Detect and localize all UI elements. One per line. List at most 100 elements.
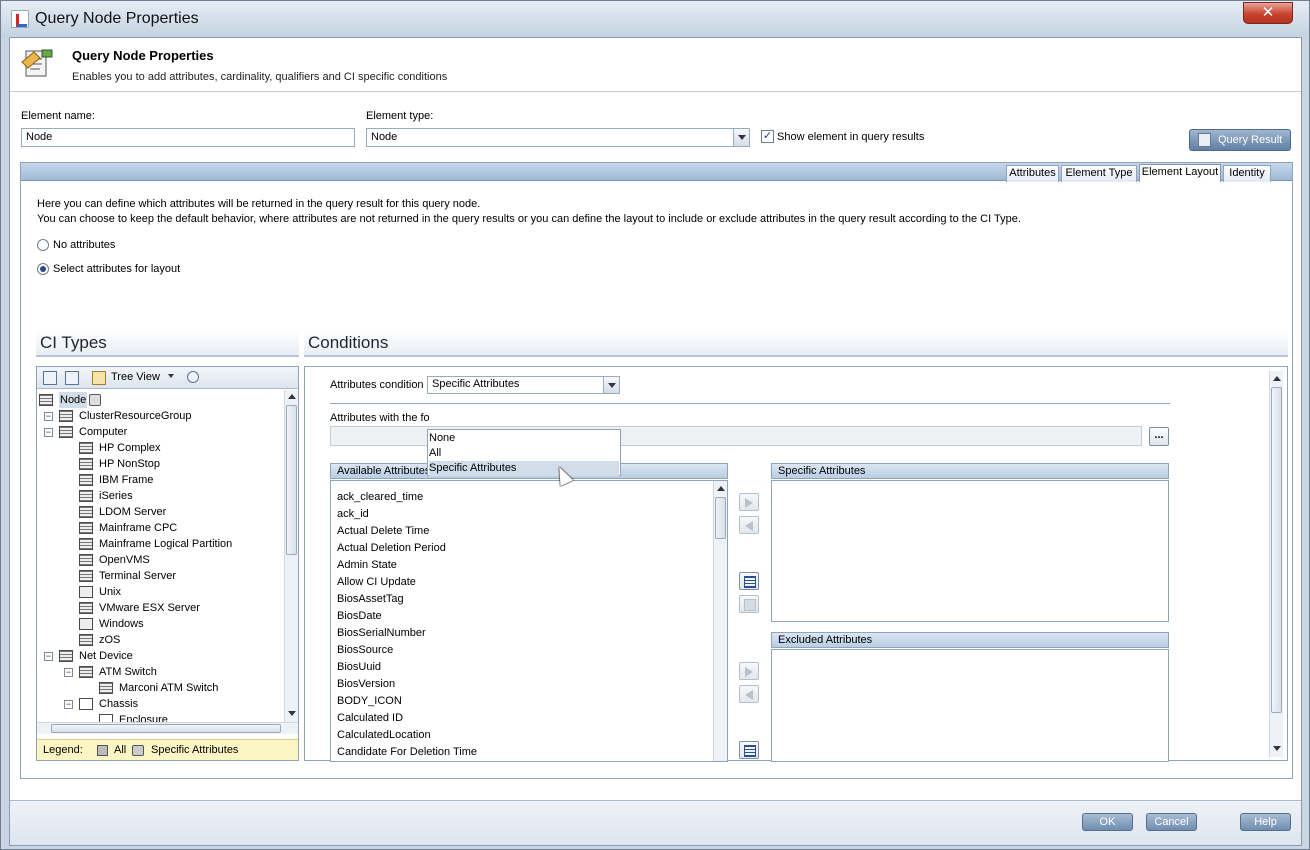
cube-icon [97, 745, 108, 756]
close-button[interactable]: ✕ [1243, 2, 1293, 24]
collapse-icon[interactable]: − [64, 668, 73, 677]
header-title: Query Node Properties [72, 48, 214, 63]
help-button[interactable]: Help [1240, 813, 1291, 831]
list-item[interactable]: Actual Deletion Period [337, 540, 446, 557]
select-attributes-label: Select attributes for layout [53, 263, 181, 275]
list-item[interactable]: BiosDate [337, 608, 382, 625]
element-name-label: Element name: [21, 110, 95, 122]
list-item[interactable]: BODY_ICON [337, 693, 402, 710]
ci-types-toolbar: Tree View [37, 367, 298, 389]
header-subtitle: Enables you to add attributes, cardinali… [72, 71, 448, 83]
expand-all-icon[interactable] [43, 371, 57, 385]
list-item[interactable]: ack_cleared_time [337, 489, 423, 506]
specific-attributes-header: Specific Attributes [771, 463, 1169, 479]
chevron-down-icon[interactable] [603, 377, 619, 393]
element-type-select[interactable]: Node [366, 128, 750, 147]
attributes-condition-select[interactable]: Specific Attributes [427, 376, 620, 394]
node-icon [79, 442, 93, 454]
node-icon [79, 538, 93, 550]
collapse-all-icon[interactable] [65, 371, 79, 385]
list-item[interactable]: Admin State [337, 557, 397, 574]
tab-attributes[interactable]: Attributes [1006, 165, 1059, 182]
chevron-down-icon[interactable] [733, 129, 749, 146]
ci-tree-vscrollbar[interactable] [284, 390, 298, 722]
tab-identity[interactable]: Identity [1223, 165, 1271, 182]
node-icon [79, 522, 93, 534]
collapse-icon[interactable]: − [64, 700, 73, 709]
app-icon [11, 10, 29, 28]
ok-button[interactable]: OK [1082, 813, 1133, 831]
legend-bar: Legend: All Specific Attributes [37, 739, 298, 760]
scroll-thumb[interactable] [1271, 387, 1282, 713]
remove-all-specific-button[interactable] [739, 595, 759, 613]
remove-from-excluded-button[interactable] [739, 685, 759, 703]
list-item[interactable]: BiosSource [337, 642, 393, 659]
node-icon [59, 650, 73, 662]
list-item[interactable]: CalculatedLocation [337, 727, 431, 744]
node-icon [79, 458, 93, 470]
element-type-value: Node [371, 131, 398, 143]
no-attributes-radio[interactable] [37, 239, 49, 251]
dropdown-option-none[interactable]: None [429, 431, 619, 446]
scroll-up-icon[interactable] [715, 483, 727, 495]
add-to-excluded-button[interactable] [739, 662, 759, 680]
list-item[interactable]: Candidate For Deletion Time [337, 744, 477, 761]
cancel-button[interactable]: Cancel [1146, 813, 1197, 831]
attributes-with-following-label: Attributes with the fo [330, 412, 430, 424]
specific-attributes-list[interactable] [771, 480, 1169, 622]
ci-types-tree: Node − ClusterResourceGroup − Computer H… [37, 390, 283, 722]
list-item[interactable]: ack_id [337, 506, 369, 523]
tab-element-layout[interactable]: Element Layout [1139, 164, 1221, 182]
list-item[interactable]: Calculated ID [337, 710, 403, 727]
remove-from-specific-button[interactable] [739, 516, 759, 534]
tab-element-type[interactable]: Element Type [1061, 165, 1137, 182]
expand-icon[interactable]: − [44, 412, 53, 421]
conditions-vscrollbar[interactable] [1269, 371, 1283, 757]
ellipsis-button[interactable]: ... [1149, 427, 1169, 446]
add-all-excluded-button[interactable] [739, 741, 759, 759]
calculator-icon [1198, 133, 1211, 147]
list-item[interactable]: BiosVersion [337, 676, 395, 693]
tab-strip: Attributes Element Type Element Layout I… [21, 163, 1292, 182]
scroll-thumb[interactable] [286, 405, 297, 555]
list-item[interactable]: BiosSerialNumber [337, 625, 426, 642]
excluded-attributes-list[interactable] [771, 649, 1169, 762]
element-name-input[interactable]: Node [21, 128, 355, 147]
dropdown-option-specific-attributes[interactable]: Specific Attributes [429, 461, 619, 476]
search-icon[interactable] [187, 371, 199, 383]
list-item[interactable]: Actual Delete Time [337, 523, 429, 540]
ci-tree-hscrollbar[interactable] [37, 722, 298, 734]
hscroll-thumb[interactable] [51, 724, 281, 733]
add-all-specific-button[interactable] [739, 572, 759, 590]
add-to-specific-button[interactable] [739, 493, 759, 511]
scroll-down-icon[interactable] [286, 708, 298, 720]
list-item[interactable]: Allow CI Update [337, 574, 416, 591]
list-item[interactable]: BiosAssetTag [337, 591, 404, 608]
intro-line-2: You can choose to keep the default behav… [37, 213, 1021, 225]
dropdown-option-all[interactable]: All [429, 446, 619, 461]
scroll-down-icon[interactable] [1271, 743, 1283, 755]
attributes-condition-dropdown: None All Specific Attributes [427, 429, 621, 476]
collapse-icon[interactable]: − [44, 652, 53, 661]
select-attributes-radio[interactable] [37, 263, 49, 275]
query-result-button[interactable]: Query Result [1189, 129, 1291, 151]
chevron-down-icon[interactable] [168, 374, 174, 378]
specific-attributes-icon [132, 745, 144, 756]
attributes-condition-value: Specific Attributes [432, 378, 520, 390]
node-icon [79, 570, 93, 582]
available-vscrollbar[interactable] [713, 481, 727, 761]
divider [330, 403, 1170, 404]
scroll-up-icon[interactable] [286, 391, 298, 403]
node-icon [79, 634, 93, 646]
tree-view-icon[interactable] [92, 371, 106, 385]
show-in-results-checkbox[interactable]: ✓ [761, 130, 774, 143]
tree-view-label[interactable]: Tree View [111, 371, 160, 383]
scroll-thumb[interactable] [715, 497, 726, 539]
list-item[interactable]: BiosUuid [337, 659, 381, 676]
available-attributes-list[interactable]: ack_cleared_time ack_id Actual Delete Ti… [330, 480, 728, 762]
collapse-icon[interactable]: − [44, 428, 53, 437]
node-icon [79, 554, 93, 566]
enclosure-icon [99, 714, 113, 722]
element-type-label: Element type: [366, 110, 434, 122]
scroll-up-icon[interactable] [1271, 373, 1283, 385]
